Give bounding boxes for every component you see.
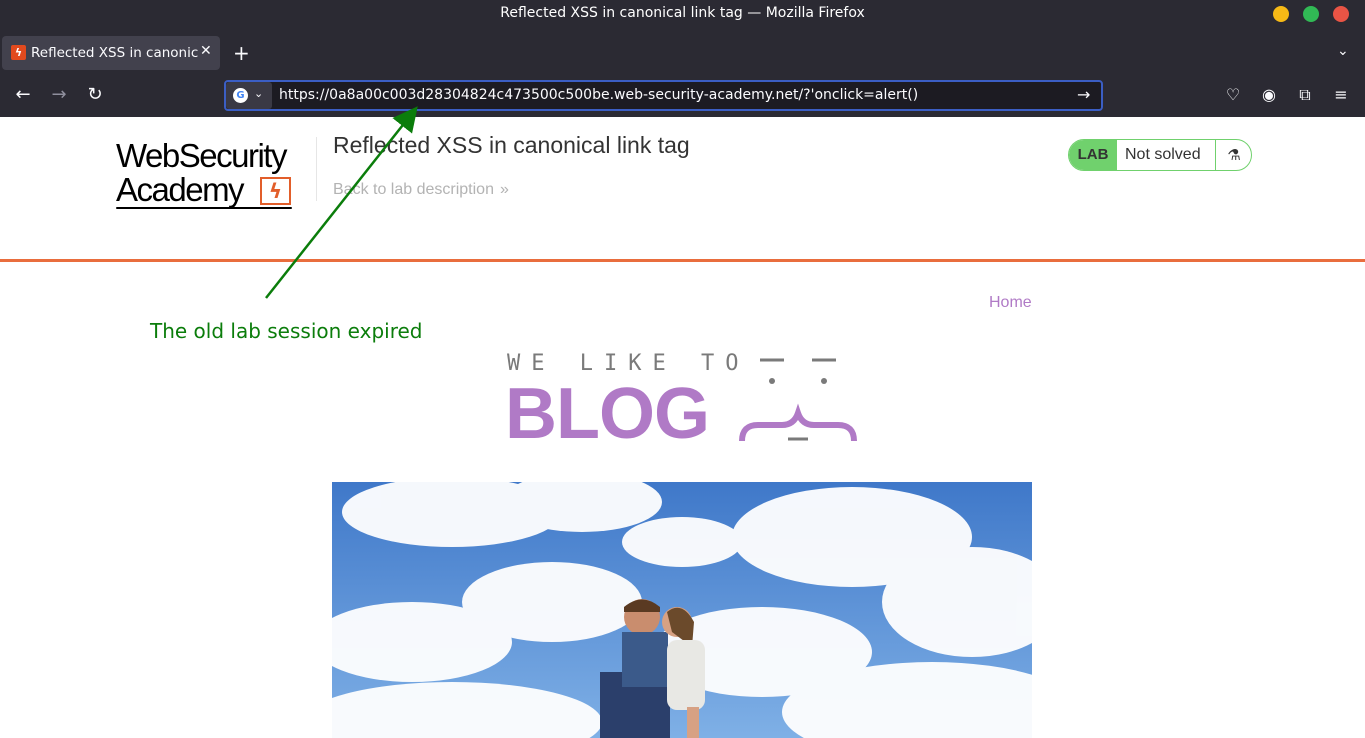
nav-bar: ← → ↻ G ⌄ https://0a8a00c003d28304824c47… bbox=[0, 74, 1365, 117]
lab-status-text: Not solved bbox=[1125, 146, 1201, 163]
page-content: WebSecurity Academy ϟ Reflected XSS in c… bbox=[0, 117, 1365, 738]
new-tab-button[interactable]: + bbox=[233, 41, 250, 65]
maximize-button[interactable] bbox=[1303, 6, 1319, 22]
lab-status-widget: LAB Not solved ⚗ bbox=[1068, 139, 1252, 171]
lightning-bolt-icon: ϟ bbox=[260, 177, 291, 205]
double-chevron-right-icon: » bbox=[499, 181, 509, 198]
logo-line1: WebSecurity bbox=[116, 137, 287, 174]
window-titlebar: Reflected XSS in canonical link tag — Mo… bbox=[0, 0, 1365, 27]
minimize-button[interactable] bbox=[1273, 6, 1289, 22]
account-icon[interactable]: ◉ bbox=[1259, 85, 1279, 105]
logo-underline bbox=[116, 207, 292, 209]
flask-icon: ⚗ bbox=[1215, 140, 1251, 170]
lab-badge: LAB bbox=[1069, 140, 1117, 170]
close-tab-icon[interactable]: ✕ bbox=[200, 43, 212, 59]
blog-logo: WE LIKE TO BLOG bbox=[505, 349, 865, 454]
tab-active[interactable]: ϟ Reflected XSS in canonical link tag ✕ bbox=[2, 36, 220, 70]
reload-icon[interactable]: ↻ bbox=[84, 84, 106, 106]
tab-title: Reflected XSS in canonical link tag bbox=[31, 45, 199, 61]
google-icon: G bbox=[233, 88, 248, 103]
go-arrow-icon[interactable]: → bbox=[1077, 85, 1090, 104]
tab-strip: ϟ Reflected XSS in canonical link tag ✕ … bbox=[0, 27, 1365, 74]
chevron-down-icon: ⌄ bbox=[254, 87, 264, 100]
pocket-icon[interactable]: ♡ bbox=[1223, 85, 1243, 105]
blog-hero-image bbox=[332, 482, 1032, 738]
logo-line2: Academy bbox=[116, 171, 245, 208]
forward-arrow-icon[interactable]: → bbox=[48, 84, 70, 106]
portswigger-favicon-icon: ϟ bbox=[11, 45, 26, 60]
search-engine-button[interactable]: G ⌄ bbox=[226, 82, 272, 109]
lab-title: Reflected XSS in canonical link tag bbox=[333, 132, 690, 158]
url-input[interactable]: https://0a8a00c003d28304824c473500c500be… bbox=[279, 87, 918, 103]
url-bar[interactable]: G ⌄ https://0a8a00c003d28304824c473500c5… bbox=[224, 80, 1103, 111]
back-link-label: Back to lab description bbox=[333, 181, 494, 198]
blog-word: BLOG bbox=[505, 374, 710, 454]
back-arrow-icon[interactable]: ← bbox=[12, 84, 34, 106]
menu-icon[interactable]: ≡ bbox=[1331, 85, 1351, 105]
close-window-button[interactable] bbox=[1333, 6, 1349, 22]
home-link[interactable]: Home bbox=[989, 294, 1032, 312]
back-to-lab-description-link[interactable]: Back to lab description » bbox=[333, 181, 509, 199]
list-all-tabs-chevron-icon[interactable]: ⌄ bbox=[1337, 43, 1349, 59]
header-divider bbox=[316, 137, 317, 201]
web-security-academy-logo[interactable]: WebSecurity Academy ϟ bbox=[116, 137, 316, 212]
curly-brace-face-icon bbox=[739, 358, 857, 442]
window-title: Reflected XSS in canonical link tag — Mo… bbox=[500, 5, 865, 21]
extensions-icon[interactable]: ⧉ bbox=[1295, 85, 1315, 105]
header-orange-rule bbox=[0, 259, 1365, 262]
annotation-text: The old lab session expired bbox=[150, 319, 423, 343]
